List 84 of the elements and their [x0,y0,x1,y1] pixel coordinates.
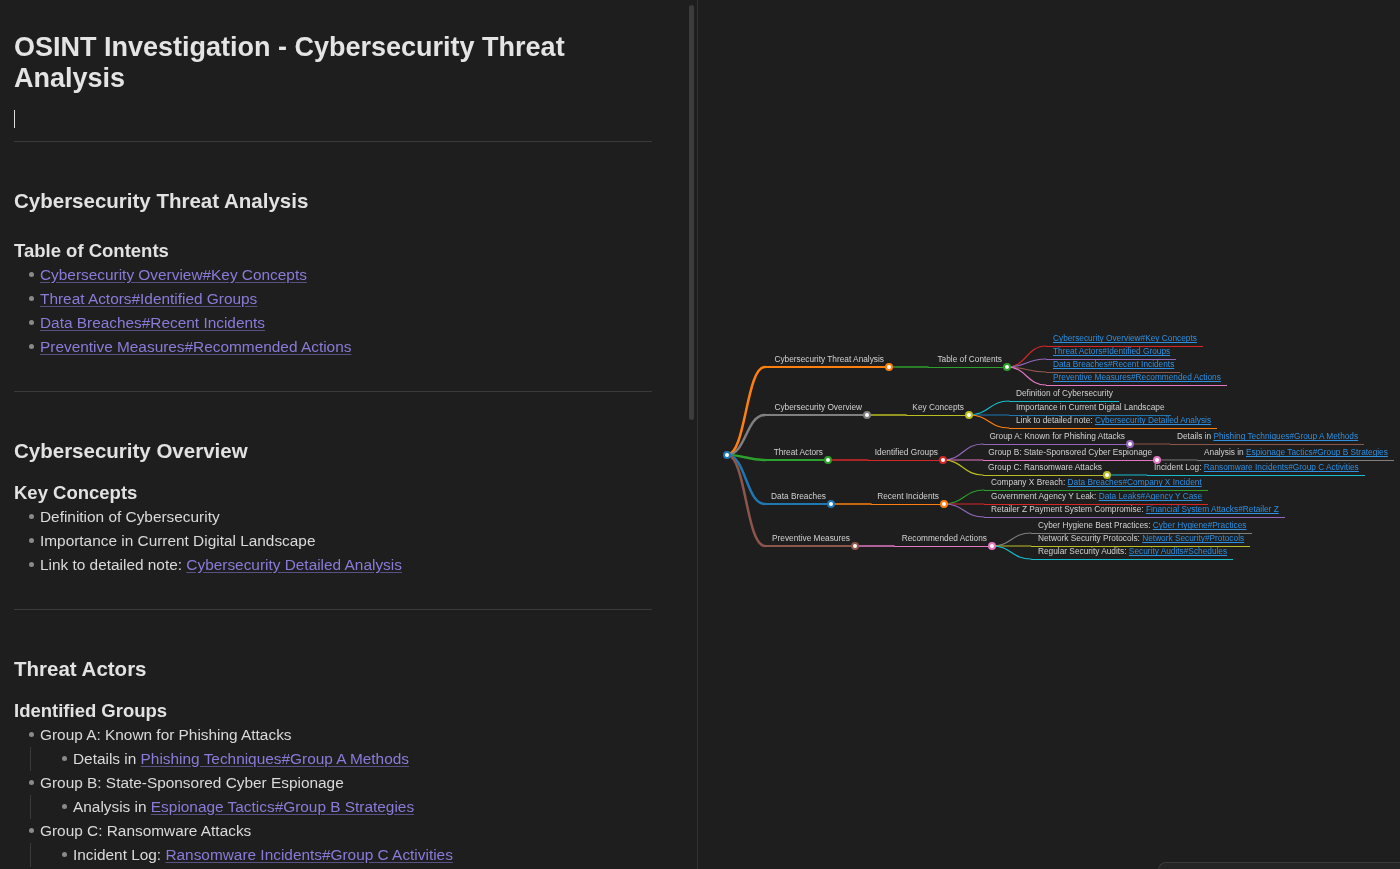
mindmap-node: Cyber Hygiene Best Practices: Cyber Hygiene#Practices [1031,520,1253,534]
node-dot-icon[interactable] [827,500,835,508]
mindmap-link[interactable]: Data Leaks#Agency Y Case [1098,491,1203,502]
mindmap-link[interactable]: Cybersecurity Overview#Key Concepts [1046,333,1203,347]
mindmap-node: Company X Breach: Data Breaches#Company X Incident [984,477,1208,491]
section-heading: Threat Actors [14,655,148,682]
node-dot-icon[interactable] [1003,363,1011,371]
note-link[interactable]: Threat Actors#Identified Groups [40,286,258,311]
node-dot-icon[interactable] [723,451,731,459]
mindmap-link[interactable]: Espionage Tactics#Group B Strategies [1246,447,1388,458]
mindmap-node: Analysis in Espionage Tactics#Group B Strategies [1197,447,1394,461]
bullet-icon [28,780,34,785]
bullet-icon [61,804,67,809]
mindmap-node: Incident Log: Ransomware Incidents#Group C Activities [1147,462,1365,476]
node-dot-icon[interactable] [863,411,871,419]
mindmap-node: Group A: Known for Phishing Attacks [983,431,1130,445]
note-link[interactable]: Data Breaches#Recent Incidents [40,310,265,335]
note-link[interactable]: Phishing Techniques#Group A Methods [140,749,409,767]
section-heading: Cybersecurity Threat Analysis [14,187,310,214]
subsection-heading: Table of Contents [14,238,170,263]
mindmap-node: Preventive Measures [765,533,855,547]
mindmap-node: Link to detailed note: Cybersecurity Detailed Analysis [1009,415,1218,429]
mindmap-link[interactable]: Ransomware Incidents#Group C Activities [1203,462,1359,473]
mindmap-link[interactable]: Data Breaches#Company X Incident [1067,477,1202,488]
mindmap-link[interactable]: Financial System Attacks#Retailer Z [1145,504,1279,515]
mindmap-node: Cybersecurity Overview [765,402,867,416]
mindmap-link[interactable]: Security Audits#Schedules [1128,546,1228,557]
mindmap-node: Importance in Current Digital Landscape [1009,402,1171,416]
mindmap-node: Group B: State-Sponsored Cyber Espionage [983,447,1157,461]
mindmap-node: Retailer Z Payment System Compromise: Financial System Attacks#Retailer Z [984,504,1285,518]
mindmap-node: Cybersecurity Threat Analysis [765,354,889,368]
bullet-icon [28,320,34,325]
note-link[interactable]: Cybersecurity Overview#Key Concepts [40,262,307,287]
bullet-icon [28,562,34,567]
bullet-icon [28,296,34,301]
node-dot-icon[interactable] [1126,440,1134,448]
subsection-heading: Identified Groups [14,698,169,723]
node-dot-icon[interactable] [988,542,996,550]
node-dot-icon[interactable] [885,363,893,371]
node-dot-icon[interactable] [824,456,832,464]
node-dot-icon[interactable] [940,500,948,508]
list-item-text: Importance in Current Digital Landscape [40,530,316,551]
mindmap-link[interactable]: Data Breaches#Recent Incidents [1046,359,1181,373]
note-link[interactable]: Ransomware Incidents#Group C Activities [165,845,453,863]
node-dot-icon[interactable] [1103,471,1111,479]
subsection-heading: Key Concepts [14,480,139,505]
mindmap-link[interactable]: Preventive Measures#Recommended Actions [1046,372,1227,386]
bullet-icon [61,756,67,761]
mindmap-node: Network Security Protocols: Network Security#Protocols [1031,533,1251,547]
mindmap-link[interactable]: Threat Actors#Identified Groups [1046,346,1177,360]
bullet-icon [28,732,34,737]
node-dot-icon[interactable] [1153,456,1161,464]
list-item-text: Group A: Known for Phishing Attacks [40,724,292,745]
list-item-text: Definition of Cybersecurity [40,506,220,527]
mindmap-node: Details in Phishing Techniques#Group A Methods [1170,431,1365,445]
list-item-text: Group C: Ransomware Attacks [40,820,252,841]
mindmap-node: Group C: Ransomware Attacks [983,462,1107,476]
node-dot-icon[interactable] [851,542,859,550]
list-item-text: Link to detailed note: Cybersecurity Detailed Analysis [40,554,402,575]
note-title: OSINT Investigation - Cybersecurity Threat Analysis [14,32,566,94]
bullet-icon [28,344,34,349]
list-item-text: Group B: State-Sponsored Cyber Espionage [40,772,344,793]
bullet-icon [61,852,67,857]
mindmap-node: Regular Security Audits: Security Audits#Schedules [1031,546,1234,560]
bullet-icon [28,272,34,277]
list-item-text: Incident Log: Ransomware Incidents#Group C Activities [73,844,453,865]
node-dot-icon[interactable] [939,456,947,464]
section-heading: Cybersecurity Overview [14,437,249,464]
list-item-text: Analysis in Espionage Tactics#Group B Strategies [73,796,415,817]
mindmap-link[interactable]: Phishing Techniques#Group A Methods [1213,431,1359,442]
mindmap-link[interactable]: Network Security#Protocols [1142,533,1245,544]
node-dot-icon[interactable] [965,411,973,419]
bullet-icon [28,828,34,833]
bullet-icon [28,538,34,543]
mindmap-link[interactable]: Cyber Hygiene#Practices [1152,520,1247,531]
list-item-text: Details in Phishing Techniques#Group A Methods [73,748,409,769]
bullet-icon [28,514,34,519]
scrollbar-thumb[interactable] [689,5,694,420]
note-link[interactable]: Preventive Measures#Recommended Actions [40,334,352,359]
mindmap-node: Definition of Cybersecurity [1009,388,1119,402]
note-link[interactable]: Espionage Tactics#Group B Strategies [150,797,415,815]
note-link[interactable]: Cybersecurity Detailed Analysis [186,555,402,573]
mindmap-link[interactable]: Cybersecurity Detailed Analysis [1094,415,1212,426]
mindmap-node: Government Agency Y Leak: Data Leaks#Agency Y Case [984,491,1209,505]
